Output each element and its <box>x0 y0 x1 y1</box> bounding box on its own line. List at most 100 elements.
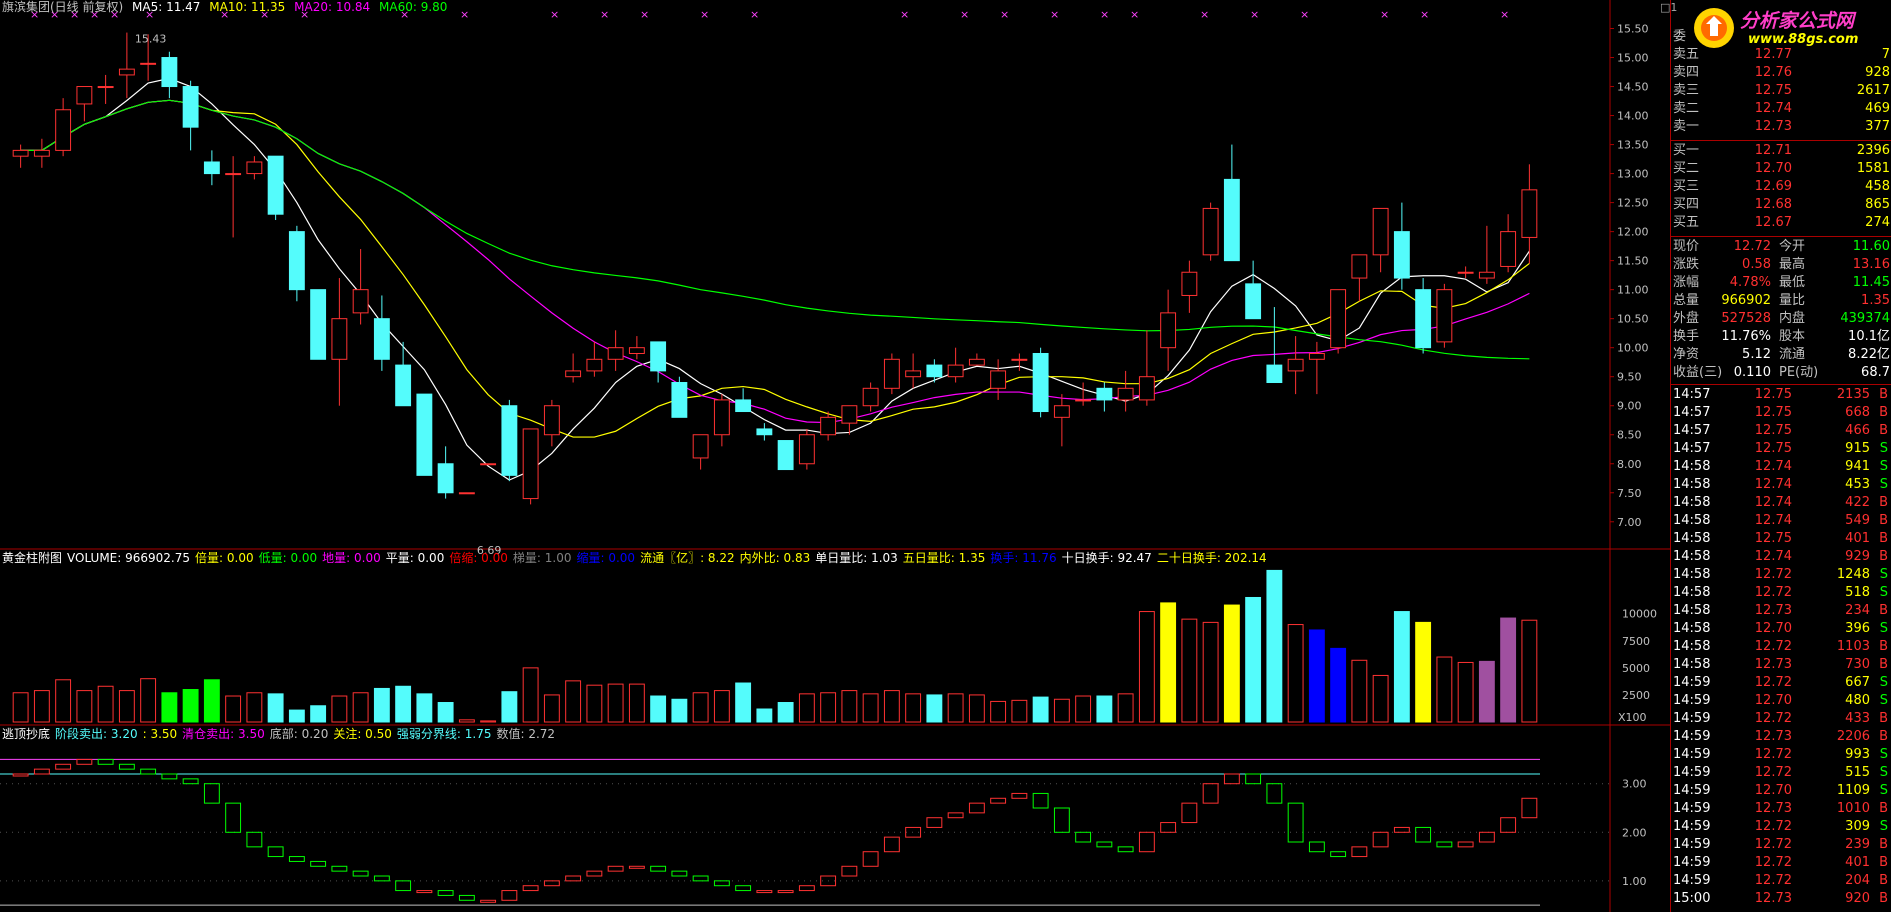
tick-row[interactable]: 14:59 12.72 239 B <box>1671 836 1891 854</box>
volume-header-item: 二十日换手: 202.14 <box>1156 551 1267 565</box>
tick-row[interactable]: 14:59 12.72 204 B <box>1671 872 1891 890</box>
tick-row[interactable]: 14:57 12.75 2135 B <box>1671 386 1891 404</box>
tick-row[interactable]: 14:58 12.74 929 B <box>1671 548 1891 566</box>
candle-body <box>267 155 284 215</box>
tick-volume: 929 <box>1845 549 1870 564</box>
tick-row[interactable]: 14:58 12.70 396 S <box>1671 620 1891 638</box>
quote-row[interactable]: 净资 5.12 流通 8.22亿 <box>1671 346 1891 364</box>
candle <box>1181 260 1198 313</box>
candle-body <box>713 399 730 436</box>
tick-time: 14:57 <box>1673 423 1711 438</box>
tick-row[interactable]: 14:59 12.72 667 S <box>1671 674 1891 692</box>
tick-side: B <box>1879 387 1888 402</box>
quote-row[interactable]: 外盘 527528 内盘 439374 <box>1671 310 1891 328</box>
volume-bar <box>692 692 709 723</box>
volume-bar <box>1330 647 1347 723</box>
tick-row[interactable]: 14:58 12.73 234 B <box>1671 602 1891 620</box>
volume-bar <box>586 684 603 723</box>
bid-label: 买五 <box>1673 215 1700 230</box>
tick-row[interactable]: 14:58 12.73 730 B <box>1671 656 1891 674</box>
candle <box>1117 370 1134 412</box>
tick-row[interactable]: 14:59 12.73 2206 B <box>1671 728 1891 746</box>
tick-time: 14:58 <box>1673 549 1711 564</box>
quote-row[interactable]: 收益(三) 0.110 PE(动) 68.7 <box>1671 364 1891 382</box>
indicator-bar <box>97 758 114 765</box>
tick-side: B <box>1879 531 1888 546</box>
tick-row[interactable]: 15:00 12.73 920 B <box>1671 890 1891 908</box>
tick-row[interactable]: 14:59 12.72 515 S <box>1671 764 1891 782</box>
candle-body <box>692 434 709 459</box>
bid-row[interactable]: 买四 12.68 865 <box>1671 196 1891 214</box>
tick-side: B <box>1879 639 1888 654</box>
tick-row[interactable]: 14:59 12.72 993 S <box>1671 746 1891 764</box>
candle-body <box>246 161 263 175</box>
ask-row[interactable]: 卖四 12.76 928 <box>1671 64 1891 82</box>
tick-row[interactable]: 14:58 12.74 422 B <box>1671 494 1891 512</box>
sidebar-separator <box>1671 236 1891 237</box>
volume-bar <box>352 692 369 723</box>
tick-row[interactable]: 14:59 12.70 480 S <box>1671 692 1891 710</box>
ask-row[interactable]: 卖三 12.75 2617 <box>1671 82 1891 100</box>
tick-row[interactable]: 14:59 12.70 1109 S <box>1671 782 1891 800</box>
quote-label: 内盘 <box>1779 311 1806 326</box>
volume-bar <box>1138 611 1155 723</box>
tick-row[interactable]: 14:58 12.72 1248 S <box>1671 566 1891 584</box>
quote-row[interactable]: 涨跌 0.58 最高 13.16 <box>1671 256 1891 274</box>
volume-bar <box>671 698 688 723</box>
bid-row[interactable]: 买三 12.69 458 <box>1671 178 1891 196</box>
indicator-bar <box>565 875 582 882</box>
indicator-tick-label: 2.00 <box>1622 826 1647 839</box>
volume-bar <box>1202 621 1219 723</box>
signal-marker: × <box>1000 8 1009 21</box>
tick-row[interactable]: 14:58 12.74 549 B <box>1671 512 1891 530</box>
tick-row[interactable]: 14:59 12.72 401 B <box>1671 854 1891 872</box>
indicator-header-item: 阶段卖出: 3.20 <box>55 727 138 741</box>
quote-row[interactable]: 总量 966902 量比 1.35 <box>1671 292 1891 310</box>
tick-row[interactable]: 14:58 12.72 518 S <box>1671 584 1891 602</box>
bid-row[interactable]: 买二 12.70 1581 <box>1671 160 1891 178</box>
tick-time: 14:58 <box>1673 585 1711 600</box>
quote-value: 439374 <box>1840 311 1890 326</box>
candle-body <box>650 341 667 372</box>
tick-row[interactable]: 14:58 12.75 401 B <box>1671 530 1891 548</box>
tick-volume: 668 <box>1845 405 1870 420</box>
ask-label: 卖三 <box>1673 83 1700 98</box>
tick-row[interactable]: 14:58 12.74 941 S <box>1671 458 1891 476</box>
tick-price: 12.74 <box>1754 477 1792 492</box>
tick-row[interactable]: 14:58 12.74 453 S <box>1671 476 1891 494</box>
candle <box>1075 382 1092 406</box>
tick-time: 14:59 <box>1673 819 1711 834</box>
indicator-header-item: 清仓卖出: 3.50 <box>182 727 265 741</box>
tick-volume: 396 <box>1845 621 1870 636</box>
bid-volume: 458 <box>1865 179 1890 194</box>
volume-bar <box>735 682 752 723</box>
tick-row[interactable]: 14:57 12.75 466 B <box>1671 422 1891 440</box>
tick-price: 12.74 <box>1754 495 1792 510</box>
candle-body <box>395 364 412 407</box>
bid-row[interactable]: 买一 12.71 2396 <box>1671 142 1891 160</box>
candle <box>756 423 773 441</box>
tick-row[interactable]: 14:58 12.72 1103 B <box>1671 638 1891 656</box>
ask-label: 卖四 <box>1673 65 1700 80</box>
sidebar-separator <box>1671 384 1891 385</box>
kline-chart[interactable]: 15.50 15.00 14.50 14.00 13.50 13.00 12.50 12.00… <box>0 0 1670 912</box>
tick-row[interactable]: 14:57 12.75 668 B <box>1671 404 1891 422</box>
quote-row[interactable]: 涨幅 4.78% 最低 11.45 <box>1671 274 1891 292</box>
tick-row[interactable]: 14:59 12.72 433 B <box>1671 710 1891 728</box>
tick-row[interactable]: 14:59 12.72 309 S <box>1671 818 1891 836</box>
ask-row[interactable]: 卖一 12.73 377 <box>1671 118 1891 136</box>
volume-header-item: 十日换手: 92.47 <box>1061 551 1152 565</box>
quote-row[interactable]: 现价 12.72 今开 11.60 <box>1671 238 1891 256</box>
candle-body <box>862 387 879 407</box>
bid-row[interactable]: 买五 12.67 274 <box>1671 214 1891 232</box>
ask-row[interactable]: 卖二 12.74 469 <box>1671 100 1891 118</box>
tick-row[interactable]: 14:57 12.75 915 S <box>1671 440 1891 458</box>
indicator-bar <box>777 890 794 894</box>
tick-row[interactable]: 14:59 12.73 1010 B <box>1671 800 1891 818</box>
tick-time: 14:58 <box>1673 603 1711 618</box>
quote-row[interactable]: 换手 11.76% 股本 10.1亿 <box>1671 328 1891 346</box>
tick-volume: 239 <box>1845 837 1870 852</box>
candle <box>182 80 199 151</box>
signal-marker: × <box>1380 8 1389 21</box>
tick-side: S <box>1879 675 1888 690</box>
